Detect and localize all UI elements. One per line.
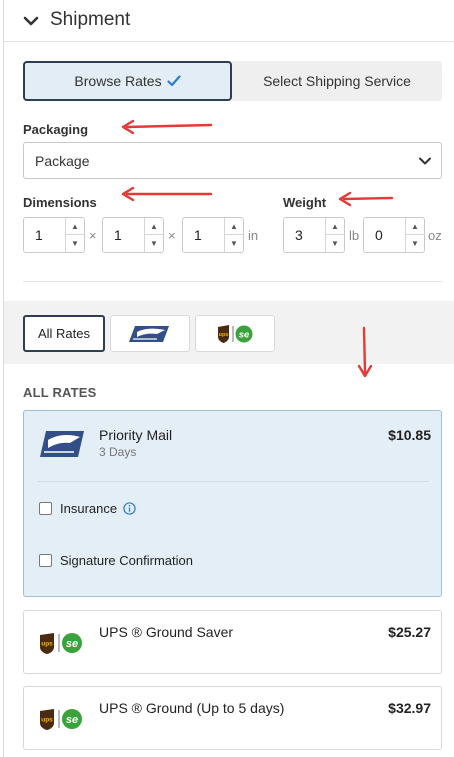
packaging-select[interactable]: Package (23, 142, 442, 179)
decrement-icon[interactable]: ▼ (326, 235, 344, 252)
ups-se-icon: ups se (40, 709, 82, 730)
times-sign: × (168, 228, 176, 243)
dimensions-label: Dimensions (23, 195, 97, 210)
svg-text:ups: ups (219, 332, 229, 338)
browse-rates-label: Browse Rates (74, 73, 162, 89)
checkmark-icon (166, 75, 181, 87)
stepper-arrows: ▲ ▼ (325, 218, 344, 252)
carrier-filter-bar: All Rates ups se (4, 301, 454, 364)
stepper-arrows: ▲ ▼ (144, 218, 163, 252)
svg-text:se: se (66, 714, 78, 726)
stepper-arrows: ▲ ▼ (224, 218, 243, 252)
stepper-arrows: ▲ ▼ (405, 218, 424, 252)
increment-icon[interactable]: ▲ (326, 218, 344, 235)
usps-eagle-icon (40, 431, 84, 457)
svg-text:se: se (66, 638, 78, 650)
rate-price: $32.97 (388, 700, 431, 716)
info-icon[interactable] (123, 502, 136, 515)
packaging-value: Package (35, 152, 90, 169)
signature-checkbox[interactable] (39, 554, 52, 567)
width-stepper[interactable]: 1 ▲ ▼ (102, 217, 164, 253)
svg-text:se: se (239, 329, 250, 340)
svg-text:ups: ups (41, 717, 53, 724)
decrement-icon[interactable]: ▼ (225, 235, 243, 252)
rate-card-ups-ground[interactable]: ups se UPS ® Ground (Up to 5 days) $32.9… (23, 686, 442, 750)
dimension-unit: in (248, 228, 259, 243)
browse-rates-button[interactable]: Browse Rates (23, 61, 232, 101)
insurance-option[interactable]: Insurance (39, 501, 136, 516)
decrement-icon[interactable]: ▼ (66, 235, 84, 252)
packaging-label: Packaging (23, 122, 89, 137)
weight-label: Weight (283, 195, 327, 210)
rate-name: Priority Mail (99, 427, 173, 443)
chevron-down-icon[interactable] (21, 11, 41, 31)
section-title: Shipment (50, 9, 131, 30)
insurance-checkbox[interactable] (39, 502, 52, 515)
weight-oz-stepper[interactable]: 0 ▲ ▼ (363, 217, 425, 253)
usps-eagle-icon (129, 325, 169, 342)
weight-lb-unit: lb (349, 228, 360, 243)
shipment-panel: Shipment Browse Rates Select Shipping Se… (3, 0, 454, 757)
select-shipping-service-button[interactable]: Select Shipping Service (232, 61, 442, 101)
height-value: 1 (194, 227, 202, 243)
increment-icon[interactable]: ▲ (145, 218, 163, 235)
divider (23, 281, 442, 282)
rate-name: UPS ® Ground Saver (99, 624, 234, 640)
increment-icon[interactable]: ▲ (406, 218, 424, 235)
all-rates-heading: ALL RATES (23, 385, 97, 400)
times-sign: × (89, 228, 97, 243)
ups-se-tab[interactable]: ups se (195, 315, 275, 352)
height-stepper[interactable]: 1 ▲ ▼ (182, 217, 244, 253)
rate-price: $25.27 (388, 624, 431, 640)
weight-lb-value: 3 (295, 227, 303, 243)
length-value: 1 (35, 227, 43, 243)
rate-eta: 3 Days (99, 445, 137, 459)
signature-option[interactable]: Signature Confirmation (39, 553, 193, 568)
rate-mode-toggle: Browse Rates Select Shipping Service (23, 61, 442, 101)
increment-icon[interactable]: ▲ (66, 218, 84, 235)
svg-text:ups: ups (41, 641, 53, 648)
ups-se-icon: ups se (40, 633, 82, 654)
decrement-icon[interactable]: ▼ (406, 235, 424, 252)
weight-lb-stepper[interactable]: 3 ▲ ▼ (283, 217, 345, 253)
increment-icon[interactable]: ▲ (225, 218, 243, 235)
annotation-arrow-icon (338, 191, 394, 207)
usps-tab[interactable] (110, 315, 190, 352)
width-value: 1 (114, 227, 122, 243)
weight-oz-unit: oz (428, 228, 442, 243)
shipment-header[interactable]: Shipment (4, 0, 454, 42)
rate-card-priority-mail[interactable]: Priority Mail 3 Days $10.85 Insurance Si… (23, 410, 442, 597)
all-rates-tab[interactable]: All Rates (23, 315, 105, 352)
rate-name: UPS ® Ground (Up to 5 days) (99, 700, 285, 716)
weight-oz-value: 0 (375, 227, 383, 243)
annotation-arrow-icon (121, 119, 213, 134)
stepper-arrows: ▲ ▼ (65, 218, 84, 252)
rate-price: $10.85 (388, 427, 431, 443)
ups-se-icon: ups se (218, 324, 253, 343)
decrement-icon[interactable]: ▼ (145, 235, 163, 252)
signature-label: Signature Confirmation (60, 553, 193, 568)
insurance-label: Insurance (60, 501, 118, 516)
length-stepper[interactable]: 1 ▲ ▼ (23, 217, 85, 253)
divider (38, 481, 429, 482)
chevron-down-icon (419, 157, 431, 165)
rate-card-ups-ground-saver[interactable]: ups se UPS ® Ground Saver $25.27 (23, 610, 442, 674)
annotation-arrow-icon (121, 186, 213, 202)
